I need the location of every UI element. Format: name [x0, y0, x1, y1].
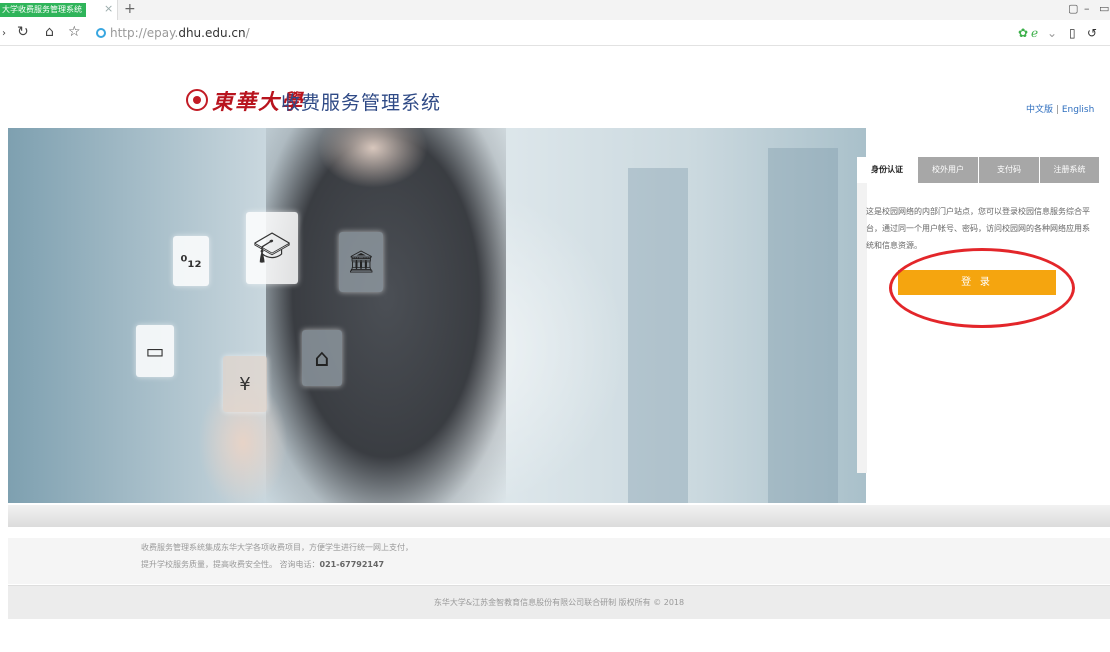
address-bar: › ↻ ⌂ ☆ http://epay.dhu.edu.cn/ ✿ ℯ ⌄ ▯ … — [0, 20, 1110, 46]
tab-external-user[interactable]: 校外用户 — [918, 157, 978, 183]
mobile-payment-icon: ¥ — [223, 356, 267, 412]
browser-tab[interactable]: 大学收费服务管理系统 × — [0, 0, 118, 20]
restore-icon[interactable]: ▢ — [1068, 2, 1078, 15]
login-tabs: 身份认证 校外用户 支付码 注册系统 — [857, 157, 1099, 183]
tab-close-icon[interactable]: × — [104, 2, 113, 15]
hero-banner: ⁰₁₂ 🎓︎ 🏛︎ ▭ ⌂ ¥ — [8, 128, 866, 503]
language-switch: 中文版 | English — [1026, 102, 1094, 115]
maximize-icon[interactable]: ▭ — [1099, 2, 1109, 15]
tab-title: 大学收费服务管理系统 — [2, 5, 82, 14]
site-icon — [96, 28, 106, 38]
home-icon: ⌂ — [302, 330, 342, 386]
footer-phone: 021-67792147 — [319, 560, 385, 569]
graduation-cap-icon: 🎓︎ — [246, 212, 298, 284]
url-text[interactable]: http://epay.dhu.edu.cn/ — [110, 25, 250, 41]
tab-register[interactable]: 注册系统 — [1040, 157, 1099, 183]
dropdown-icon[interactable]: ⌄ — [1047, 25, 1057, 41]
separator-band — [8, 505, 1110, 527]
credit-card-icon: ▭ — [136, 325, 174, 377]
reload-icon[interactable]: ↻ — [17, 24, 29, 40]
tab-payment-code[interactable]: 支付码 — [979, 157, 1039, 183]
copyright-bar: 东华大学&江苏金智教育信息股份有限公司联合研制 版权所有 © 2018 — [8, 585, 1110, 619]
star-icon[interactable]: ☆ — [68, 24, 81, 40]
bank-icon: 🏛︎ — [339, 232, 383, 292]
tablet-icon[interactable]: ▯ — [1069, 25, 1076, 41]
url-protocol: http://epay. — [110, 26, 179, 40]
lang-chinese-link[interactable]: 中文版 — [1026, 105, 1053, 115]
footer-info-line2-text: 提升学校服务质量，提高收费安全性。 咨询电话： — [141, 560, 320, 569]
back-icon[interactable]: › — [2, 26, 6, 42]
number-icon: ⁰₁₂ — [173, 236, 209, 286]
tab-identity-auth[interactable]: 身份认证 — [857, 157, 917, 183]
lang-separator: | — [1055, 105, 1059, 115]
system-title: 收费服务管理系统 — [281, 92, 442, 114]
login-button[interactable]: 登 录 — [898, 270, 1056, 295]
minimize-icon[interactable]: – — [1084, 2, 1090, 15]
browser-tab-bar: 大学收费服务管理系统 × + ▢ – ▭ — [0, 0, 1110, 20]
footer-info-line1: 收费服务管理系统集成东华大学各项收费项目，方便学生进行统一网上支付， — [141, 543, 413, 552]
home-icon[interactable]: ⌂ — [45, 24, 54, 40]
extension-icon[interactable]: ✿ — [1018, 25, 1028, 41]
new-tab-button[interactable]: + — [124, 0, 136, 18]
footer-info-line2: 提升学校服务质量，提高收费安全性。 咨询电话：021-67792147 — [141, 559, 384, 570]
university-emblem-icon — [186, 89, 208, 111]
lang-english-link[interactable]: English — [1062, 105, 1095, 115]
undo-icon[interactable]: ↺ — [1087, 25, 1097, 41]
copyright-text: 东华大学&江苏金智教育信息股份有限公司联合研制 版权所有 © 2018 — [433, 598, 685, 607]
background-building — [768, 148, 838, 503]
background-building — [628, 168, 688, 503]
url-domain: dhu.edu.cn — [178, 26, 246, 40]
login-description: 这是校园网络的内部门户站点，您可以登录校园信息服务综合平台，通过同一个用户帐号、… — [866, 207, 1090, 250]
ie-icon[interactable]: ℯ — [1031, 25, 1038, 41]
url-path: / — [245, 26, 250, 40]
